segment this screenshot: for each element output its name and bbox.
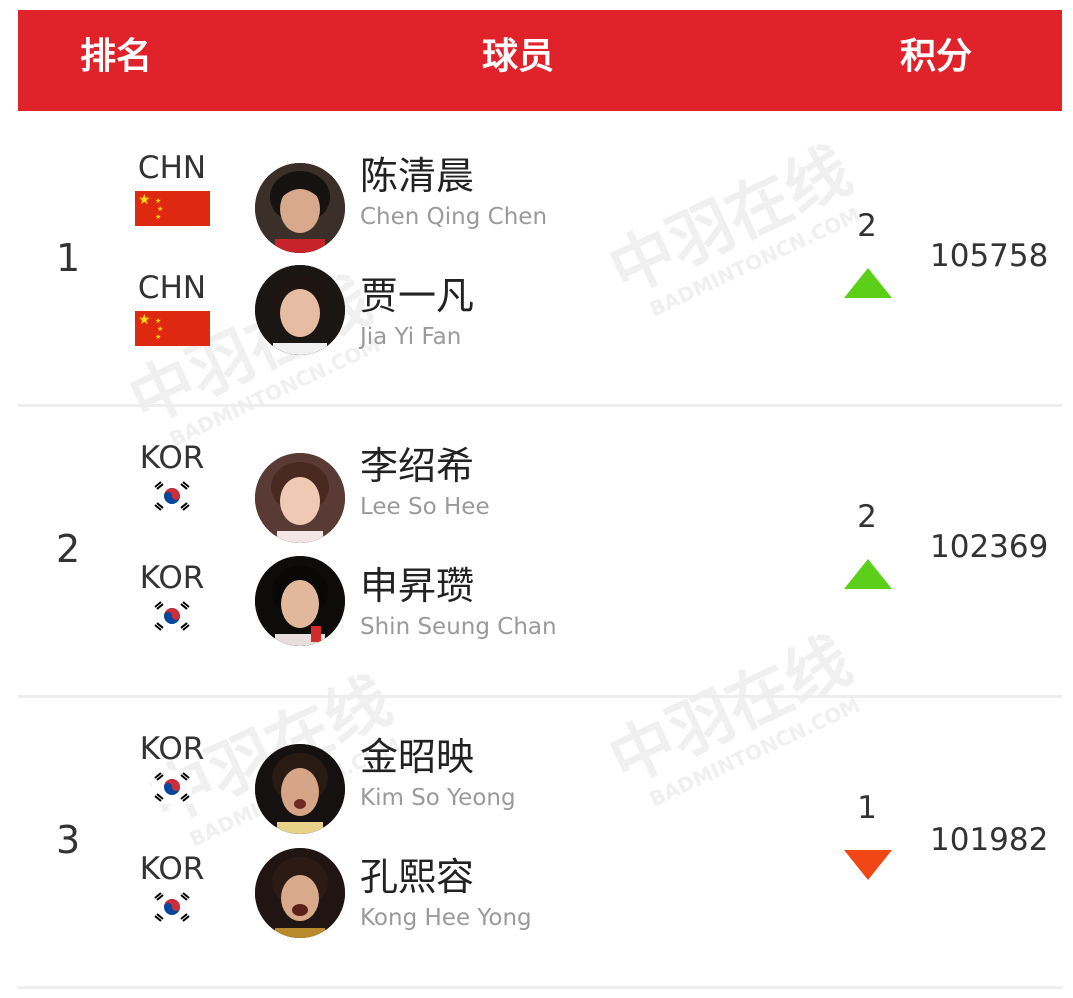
player-name-en: Chen Qing Chen [360, 204, 548, 230]
player-entry[interactable]: KOR 孔熙容 Kong Hee Yong [18, 848, 718, 951]
player-entry[interactable]: KOR 李绍希 Lee So Hee [18, 438, 718, 543]
header-player: 球员 [482, 36, 555, 77]
header-points: 积分 [900, 36, 973, 77]
player-name-cn: 孔熙容 [360, 855, 475, 899]
player-name-cn: 申昇瓒 [360, 564, 475, 608]
korea-flag-icon [152, 770, 192, 804]
rank-change: 1 [857, 790, 877, 826]
player-entry[interactable]: CHN ★ ★ ★ ★ 贾一凡 Jia Yi Fan [18, 265, 718, 370]
points-value: 101982 [930, 822, 1049, 858]
korea-flag-icon [152, 890, 192, 924]
rank-change: 2 [857, 499, 877, 535]
china-flag-icon: ★ ★ ★ ★ [135, 311, 210, 346]
trend-up-icon [844, 268, 892, 298]
table-header: 排名 球员 积分 [18, 10, 1062, 111]
ranking-row[interactable]: 1 CHN ★ ★ ★ ★ 陈清晨 Chen Qing Chen CHN ★ ★ ★ ★ [18, 114, 1062, 407]
country-code: KOR [139, 851, 205, 887]
player-avatar[interactable] [255, 744, 345, 834]
player-name-en: Jia Yi Fan [360, 324, 462, 350]
player-name-cn: 李绍希 [360, 444, 475, 488]
player-name-en: Kim So Yeong [360, 785, 516, 811]
player-avatar[interactable] [255, 453, 345, 543]
player-entry[interactable]: CHN ★ ★ ★ ★ 陈清晨 Chen Qing Chen [18, 148, 718, 253]
ranking-row[interactable]: 3 KOR 金昭映 Kim So Yeong KOR 孔熙容 Kong Hee … [18, 696, 1062, 989]
ranking-row[interactable]: 2 KOR 李绍希 Lee So Hee KOR 申昇瓒 Shin Seung … [18, 405, 1062, 698]
rank-change: 2 [857, 208, 877, 244]
korea-flag-icon [152, 479, 192, 513]
country-code: CHN [137, 150, 207, 186]
points-value: 102369 [930, 529, 1049, 565]
player-avatar[interactable] [255, 265, 345, 355]
korea-flag-icon [152, 599, 192, 633]
player-entry[interactable]: KOR 金昭映 Kim So Yeong [18, 729, 718, 834]
player-entry[interactable]: KOR 申昇瓒 Shin Seung Chan [18, 556, 718, 660]
china-flag-icon: ★ ★ ★ ★ [135, 191, 210, 226]
header-rank: 排名 [80, 36, 153, 77]
trend-down-icon [844, 850, 892, 880]
trend-up-icon [844, 559, 892, 589]
player-name-cn: 金昭映 [360, 735, 475, 779]
player-name-cn: 陈清晨 [360, 154, 475, 198]
player-name-cn: 贾一凡 [360, 274, 475, 318]
country-code: KOR [139, 731, 205, 767]
player-avatar[interactable] [255, 556, 345, 646]
player-name-en: Lee So Hee [360, 494, 490, 520]
country-code: CHN [137, 270, 207, 306]
player-avatar[interactable] [255, 163, 345, 253]
player-avatar[interactable] [255, 848, 345, 938]
country-code: KOR [139, 440, 205, 476]
player-name-en: Kong Hee Yong [360, 905, 532, 931]
player-name-en: Shin Seung Chan [360, 614, 557, 640]
country-code: KOR [139, 560, 205, 596]
points-value: 105758 [930, 238, 1049, 274]
